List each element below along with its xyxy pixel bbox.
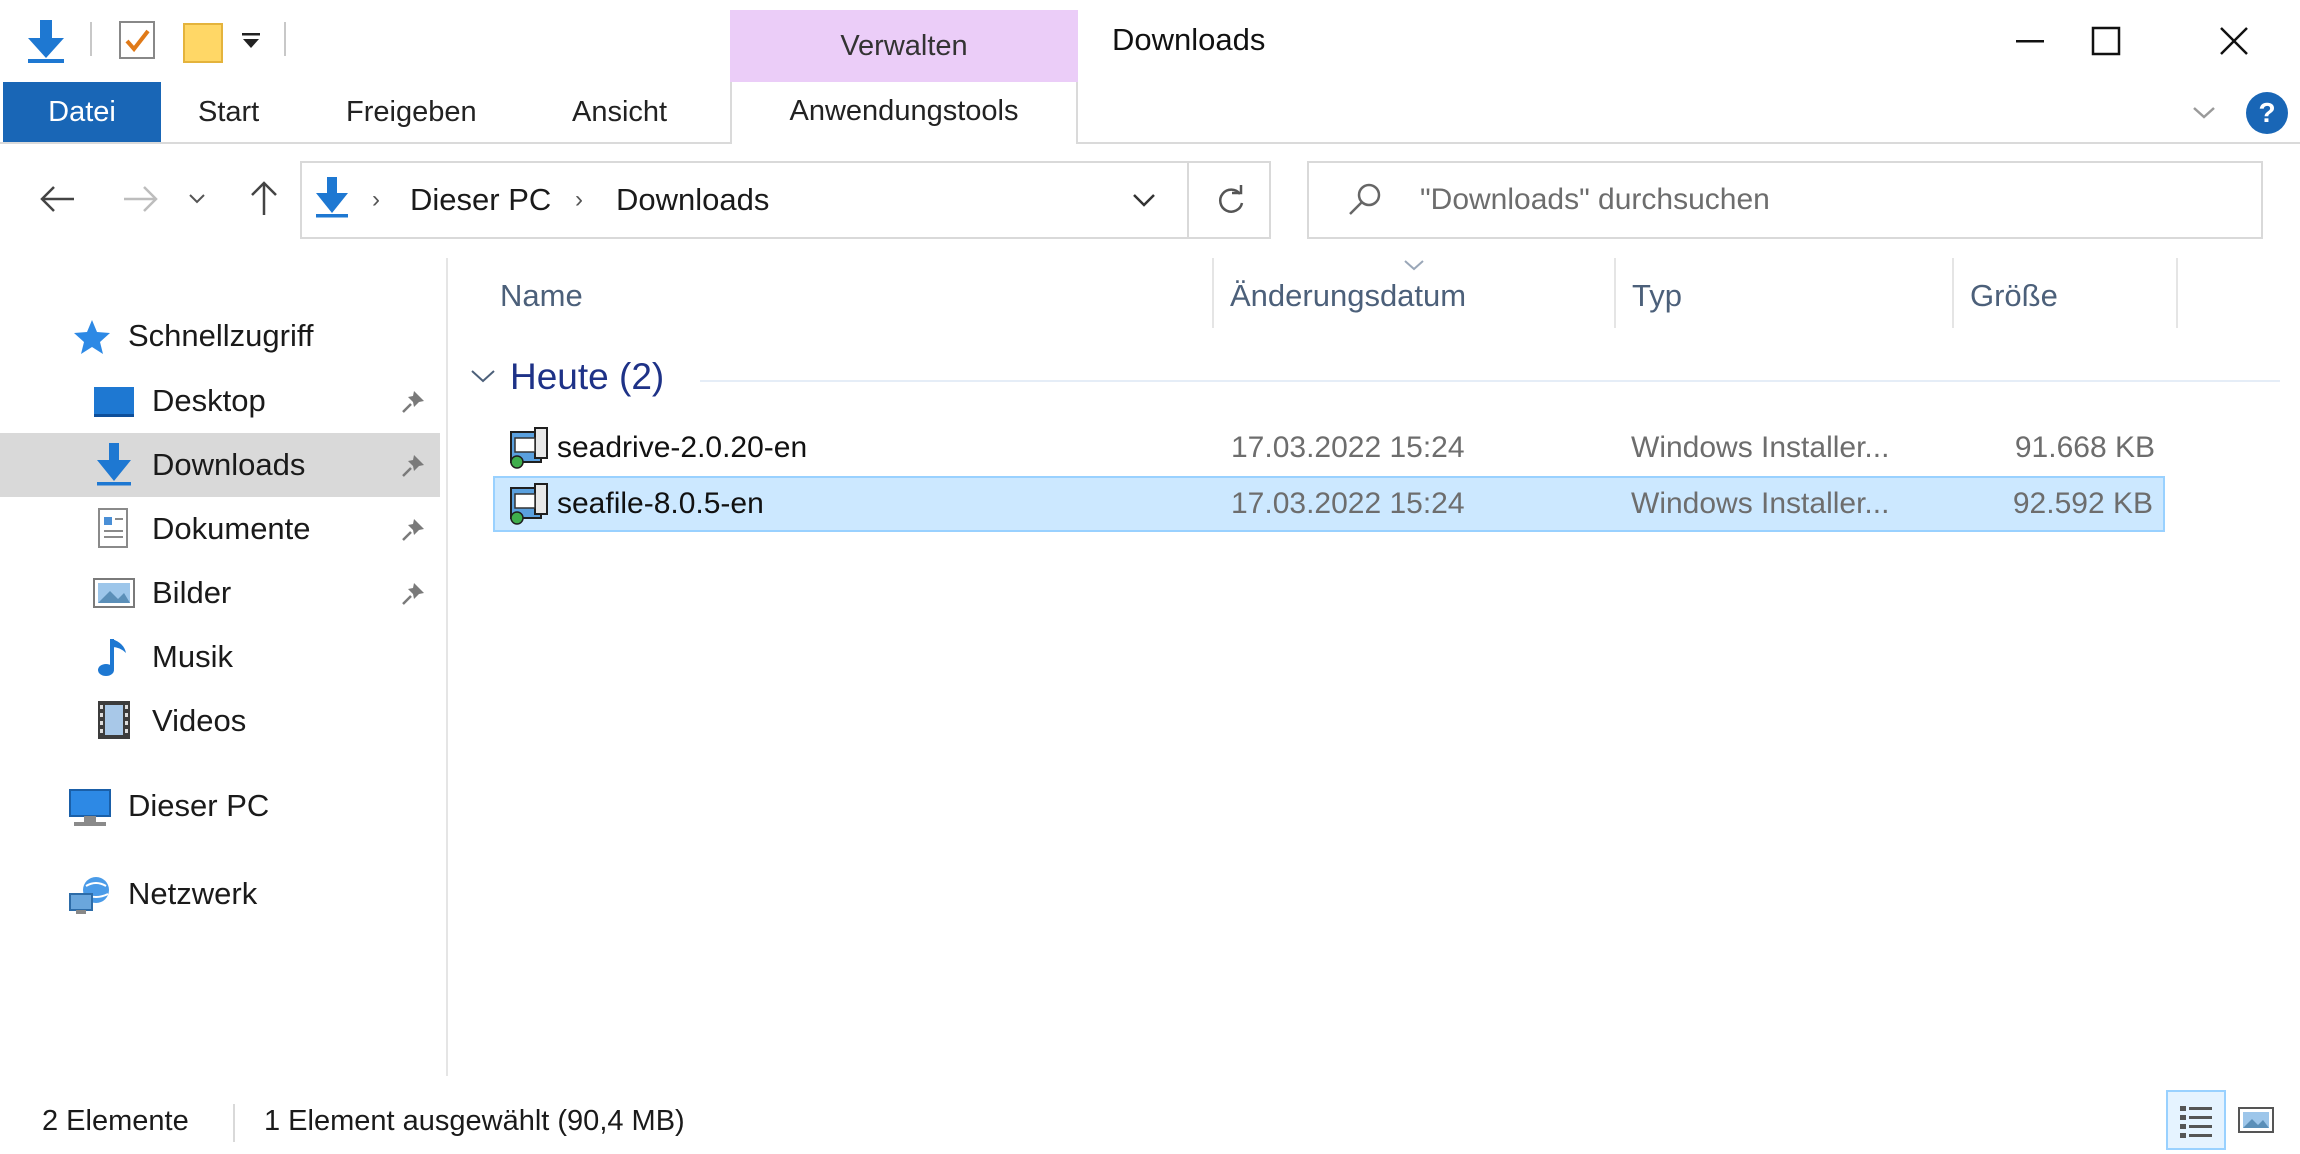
address-downloads-icon [312, 175, 352, 219]
large-icons-view-icon[interactable] [2226, 1090, 2286, 1150]
installer-icon [505, 482, 551, 526]
search-input[interactable]: "Downloads" durchsuchen [1420, 183, 1770, 217]
file-row[interactable]: seadrive-2.0.20-en 17.03.2022 15:24 Wind… [493, 420, 2165, 476]
back-arrow-icon[interactable] [34, 169, 82, 229]
installer-icon [505, 426, 551, 470]
pin-icon[interactable] [400, 581, 426, 607]
tab-file[interactable]: Datei [3, 82, 161, 142]
sidebar-item-label: Videos [152, 703, 247, 738]
sidebar-quick-access[interactable]: Schnellzugriff [0, 304, 440, 368]
tab-view[interactable]: Ansicht [562, 82, 677, 142]
file-type: Windows Installer... [1631, 431, 1890, 464]
sidebar-network[interactable]: Netzwerk [0, 862, 440, 926]
breadcrumb-separator-icon: › [575, 186, 583, 213]
sidebar-item-label: Musik [152, 639, 233, 674]
downloads-icon [94, 441, 138, 486]
column-header-size[interactable]: Größe [1970, 278, 2058, 314]
recent-locations-chevron-icon[interactable] [182, 169, 212, 229]
group-header[interactable]: Heute (2) [510, 356, 664, 398]
sidebar-item-videos[interactable]: Videos [0, 689, 440, 753]
file-size: 91.668 KB [2014, 431, 2155, 464]
file-date: 17.03.2022 15:24 [1231, 487, 1465, 520]
up-arrow-icon[interactable] [240, 169, 288, 229]
forward-arrow-icon[interactable] [116, 169, 164, 229]
group-divider [700, 380, 2280, 382]
column-divider[interactable] [1212, 258, 1214, 328]
network-icon [66, 874, 110, 914]
status-separator [233, 1104, 235, 1142]
file-name: seadrive-2.0.20-en [557, 431, 808, 464]
details-view-icon[interactable] [2166, 1090, 2226, 1150]
expand-ribbon-chevron-icon[interactable] [2190, 100, 2218, 124]
music-icon [96, 635, 140, 676]
tab-application-tools[interactable]: Anwendungstools [730, 82, 1078, 144]
column-header-name[interactable]: Name [500, 278, 583, 314]
sidebar-item-downloads[interactable]: Downloads [0, 433, 440, 497]
column-header-type[interactable]: Typ [1632, 278, 1682, 314]
file-date: 17.03.2022 15:24 [1231, 431, 1465, 464]
documents-icon [96, 507, 140, 548]
new-folder-icon[interactable] [182, 20, 224, 64]
star-icon [72, 318, 116, 358]
tab-share[interactable]: Freigeben [336, 82, 487, 142]
videos-icon [96, 699, 140, 739]
minimize-button[interactable] [1986, 12, 2074, 70]
desktop-icon [92, 381, 136, 421]
sidebar-item-label: Desktop [152, 383, 266, 418]
status-selection: 1 Element ausgewählt (90,4 MB) [264, 1105, 685, 1137]
sidebar-item-music[interactable]: Musik [0, 625, 440, 689]
sidebar-item-label: Bilder [152, 575, 232, 610]
quick-access-downloads-icon[interactable] [22, 16, 70, 64]
sort-indicator-chevron-icon [1400, 258, 1428, 272]
window-title: Downloads [1112, 22, 1266, 57]
breadcrumb-separator-icon: › [372, 186, 380, 213]
sidebar-quick-access-label: Schnellzugriff [128, 318, 314, 353]
address-history-chevron-icon[interactable] [1130, 190, 1158, 210]
column-divider[interactable] [1952, 258, 1954, 328]
sidebar-item-label: Downloads [152, 447, 306, 482]
sidebar-item-pictures[interactable]: Bilder [0, 561, 440, 625]
sidebar-this-pc[interactable]: Dieser PC [0, 774, 440, 838]
pin-icon[interactable] [400, 453, 426, 479]
pictures-icon [92, 573, 136, 613]
sidebar-item-documents[interactable]: Dokumente [0, 497, 440, 561]
column-divider[interactable] [1614, 258, 1616, 328]
sidebar-item-desktop[interactable]: Desktop [0, 369, 440, 433]
column-header-date[interactable]: Änderungsdatum [1230, 278, 1466, 314]
manage-tab-label: Verwalten [840, 30, 968, 62]
refresh-icon[interactable] [1212, 182, 1250, 220]
file-type: Windows Installer... [1631, 487, 1890, 520]
customize-toolbar-icon[interactable] [240, 30, 262, 52]
close-button[interactable] [2190, 12, 2278, 70]
sidebar-divider [446, 258, 448, 1076]
ribbon-tab-row: Datei Start Freigeben Ansicht Anwendungs… [0, 82, 2300, 144]
sidebar-this-pc-label: Dieser PC [128, 788, 270, 823]
status-item-count: 2 Elemente [42, 1105, 189, 1137]
maximize-button[interactable] [2062, 12, 2150, 70]
search-icon [1345, 180, 1385, 220]
computer-icon [66, 786, 111, 826]
sidebar-network-label: Netzwerk [128, 876, 258, 911]
column-divider[interactable] [2176, 258, 2178, 328]
manage-contextual-tab[interactable]: Verwalten [730, 10, 1078, 82]
sidebar-item-label: Dokumente [152, 511, 311, 546]
pin-icon[interactable] [400, 517, 426, 543]
file-size: 92.592 KB [2012, 487, 2153, 520]
group-collapse-chevron-icon[interactable] [468, 366, 498, 386]
breadcrumb-downloads[interactable]: Downloads [616, 182, 769, 218]
pin-icon[interactable] [400, 389, 426, 415]
file-row-selected[interactable]: seafile-8.0.5-en 17.03.2022 15:24 Window… [493, 476, 2165, 532]
address-divider [1187, 161, 1189, 239]
title-bar: Verwalten Downloads [0, 0, 2300, 82]
svg-text:?: ? [2258, 97, 2275, 128]
toolbar-separator [284, 22, 286, 56]
help-icon[interactable]: ? [2244, 90, 2290, 136]
breadcrumb-this-pc[interactable]: Dieser PC [410, 182, 551, 218]
properties-icon[interactable] [118, 20, 156, 60]
toolbar-separator [90, 22, 92, 56]
tab-start[interactable]: Start [188, 82, 269, 142]
file-name: seafile-8.0.5-en [557, 487, 764, 520]
